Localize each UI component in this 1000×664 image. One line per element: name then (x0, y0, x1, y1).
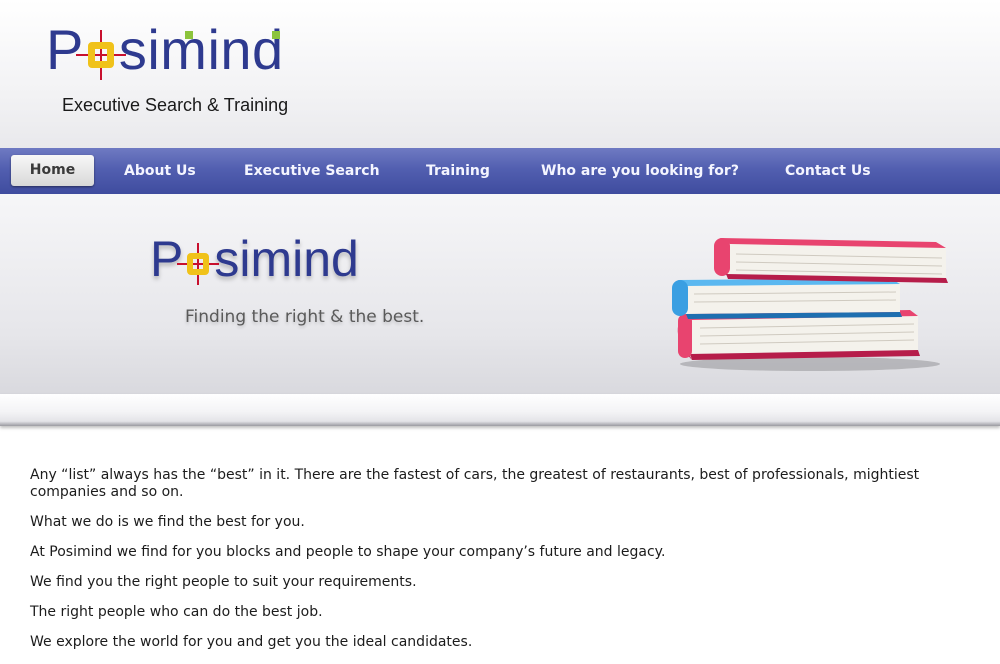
content-paragraph: We explore the world for you and get you… (30, 634, 473, 650)
content-paragraph: At Posimind we find for you blocks and p… (30, 544, 666, 560)
nav-item-home[interactable]: Home (11, 155, 94, 186)
nav-item-who-are-you-looking-for[interactable]: Who are you looking for? (541, 159, 739, 183)
banner-logo-letters-rest: simind (214, 231, 359, 287)
banner-shelf-divider (0, 394, 1000, 426)
logo-target-icon (75, 30, 126, 80)
content-paragraph: We find you the right people to suit you… (30, 574, 417, 590)
logo-wordmark: Psimind (46, 18, 284, 81)
logo-green-dot-icon (185, 31, 193, 39)
site-header: Psimind Executive Search & Training (0, 0, 1000, 148)
logo-green-dot-icon (272, 31, 280, 39)
nav-item-about-us[interactable]: About Us (124, 159, 196, 183)
logo-letter-p: P (46, 18, 84, 81)
hero-banner: Psimind Finding the right & the best. (0, 194, 1000, 394)
banner-logo-target-icon (177, 243, 220, 285)
banner-logo-letter-p: P (150, 231, 184, 287)
logo-letters-rest: simind (118, 18, 284, 81)
books-stack-icon (672, 238, 948, 371)
content-paragraph: Any “list” always has the “best” in it. … (30, 467, 920, 500)
nav-item-contact-us[interactable]: Contact Us (785, 159, 871, 183)
site-logo[interactable]: Psimind (46, 18, 284, 81)
header-tagline: Executive Search & Training (62, 95, 289, 115)
banner-logo: Psimind (150, 231, 359, 287)
main-navigation: Home About Us Executive Search Training … (0, 148, 1000, 194)
banner-tagline: Finding the right & the best. (185, 307, 425, 327)
nav-item-executive-search[interactable]: Executive Search (244, 159, 380, 183)
main-content: Any “list” always has the “best” in it. … (30, 467, 970, 664)
content-paragraph: What we do is we find the best for you. (30, 514, 305, 530)
nav-item-training[interactable]: Training (426, 159, 490, 183)
content-paragraph: The right people who can do the best job… (30, 604, 323, 620)
